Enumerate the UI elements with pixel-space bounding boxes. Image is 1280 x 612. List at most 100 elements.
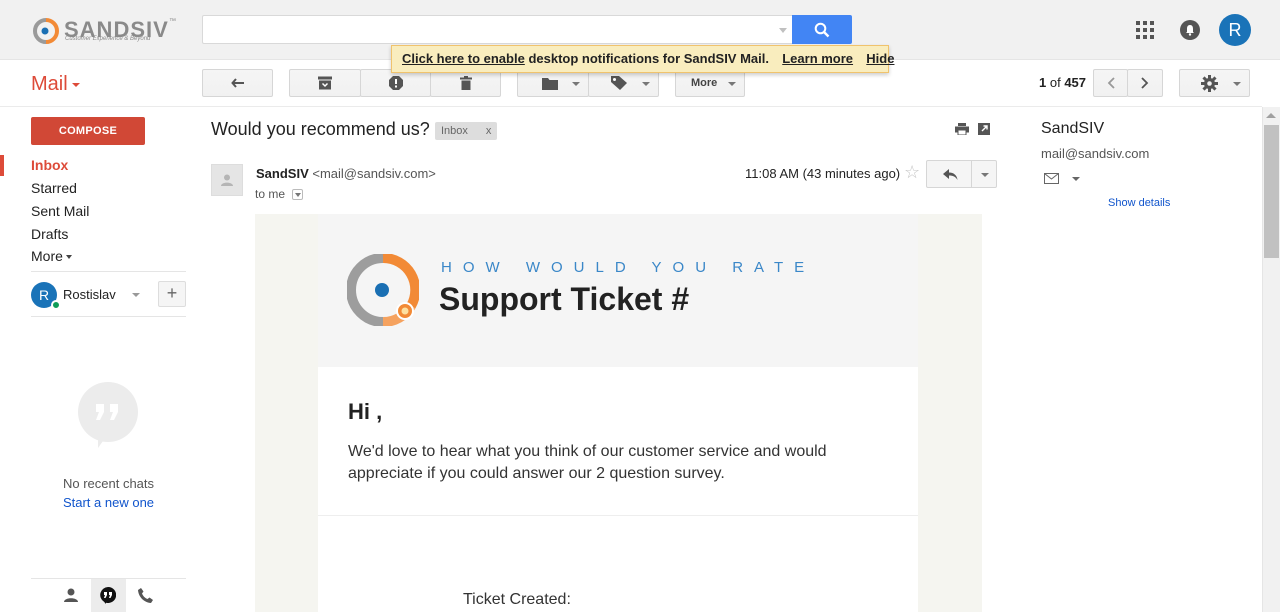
quote-glyph-icon: [96, 404, 118, 420]
nav-item-sent-mail[interactable]: Sent Mail: [31, 203, 89, 219]
reply-arrow-icon: [943, 169, 958, 180]
online-status-indicator: [51, 300, 61, 310]
chevron-down-icon: [71, 82, 80, 87]
logo-trademark: ™: [169, 18, 176, 25]
scrollbar-thumb[interactable]: [1264, 125, 1279, 258]
chevron-down-icon: [1233, 82, 1241, 86]
divider: [971, 160, 972, 188]
search-input[interactable]: [203, 16, 763, 43]
hangouts-icon: [78, 382, 138, 442]
labels-button[interactable]: [588, 69, 659, 97]
hide-notification-link[interactable]: Hide: [866, 51, 894, 66]
report-spam-button[interactable]: [360, 69, 431, 97]
apps-grid-icon[interactable]: [1136, 21, 1154, 39]
more-actions-button[interactable]: More: [675, 69, 745, 97]
back-button[interactable]: [202, 69, 273, 97]
archive-icon: [318, 76, 332, 90]
phone-icon[interactable]: [138, 588, 153, 603]
email-message: We'd love to hear what you think of our …: [348, 443, 827, 482]
email-timestamp: 11:08 AM (43 minutes ago): [745, 166, 901, 181]
archive-button[interactable]: [289, 69, 361, 97]
show-recipient-details-button[interactable]: [292, 189, 303, 200]
send-email-icon[interactable]: [1044, 173, 1059, 184]
search-button[interactable]: [792, 15, 852, 44]
email-subject: Would you recommend us?: [211, 119, 430, 139]
active-folder-indicator: [0, 155, 4, 176]
sandsiv-logo[interactable]: SANDSIV ™ Customer Experience & Beyond: [31, 16, 181, 46]
back-arrow-icon: [230, 78, 244, 88]
chat-user-name[interactable]: Rostislav: [63, 287, 116, 302]
mail-label-text: Mail: [31, 73, 68, 95]
chevron-down-icon: [65, 255, 72, 260]
move-to-button[interactable]: [517, 69, 589, 97]
label-tag-icon: [611, 76, 627, 90]
recipient-summary: to me: [255, 187, 286, 201]
nav-item-starred[interactable]: Starred: [31, 180, 77, 196]
pager-of: of: [1049, 75, 1061, 90]
chevron-down-icon: [728, 82, 736, 86]
divider: [31, 271, 186, 272]
learn-more-link[interactable]: Learn more: [782, 51, 853, 66]
contacts-person-icon[interactable]: [64, 588, 78, 602]
pagination-count: 1 of 457: [1039, 75, 1086, 90]
chevron-left-icon: [1107, 77, 1115, 89]
inbox-label-chip: Inbox x: [435, 122, 498, 140]
sandsiv-brand-logo-icon: [347, 254, 419, 326]
hangouts-bubble-tail: [98, 434, 108, 448]
compose-button[interactable]: COMPOSE: [31, 117, 145, 145]
ticket-created-label: Ticket Created:: [463, 591, 571, 608]
chevron-down-icon[interactable]: [132, 293, 140, 297]
search-options-caret-icon[interactable]: [779, 28, 787, 33]
open-in-new-window-icon[interactable]: [978, 123, 990, 135]
more-actions-label: More: [691, 77, 718, 89]
account-avatar[interactable]: R: [1219, 14, 1251, 46]
mail-app-switcher[interactable]: Mail: [31, 73, 80, 96]
chevron-right-icon: [1141, 77, 1149, 89]
new-chat-button[interactable]: +: [158, 281, 186, 307]
chevron-down-icon: [572, 82, 580, 86]
nav-item-drafts[interactable]: Drafts: [31, 226, 68, 242]
gear-icon: [1201, 75, 1218, 92]
remove-label-button[interactable]: x: [486, 125, 492, 137]
pager-current: 1: [1039, 75, 1047, 90]
notification-text: desktop notifications for SandSIV Mail.: [528, 51, 769, 66]
scroll-up-arrow-icon[interactable]: [1266, 113, 1276, 118]
enable-notifications-link[interactable]: Click here to enable: [402, 51, 525, 66]
folder-icon: [542, 78, 558, 90]
email-content-card: [318, 367, 918, 612]
divider: [318, 515, 918, 516]
pager-total: 457: [1064, 75, 1087, 90]
more-reply-options-icon[interactable]: [981, 173, 989, 177]
divider: [31, 316, 186, 317]
chevron-down-icon: [642, 82, 650, 86]
delete-button[interactable]: [430, 69, 501, 97]
contact-email: mail@sandsiv.com: [1041, 146, 1150, 161]
sender-avatar[interactable]: [211, 164, 243, 196]
sandsiv-logo-icon: [33, 18, 59, 44]
default-person-icon: [221, 174, 233, 186]
start-new-chat-link[interactable]: Start a new one: [31, 495, 186, 510]
star-icon[interactable]: ☆: [904, 162, 920, 183]
contact-name: SandSIV: [1041, 120, 1105, 137]
search-box[interactable]: [202, 15, 793, 44]
bell-glyph-icon: [1186, 25, 1194, 36]
email-title: Support Ticket #: [439, 281, 690, 317]
newer-button[interactable]: [1093, 69, 1128, 97]
nav-item-inbox[interactable]: Inbox: [31, 157, 68, 173]
divider: [0, 106, 1262, 107]
hangouts-chat-icon[interactable]: [100, 587, 116, 604]
report-spam-icon: [388, 76, 403, 90]
email-rate-heading: HOW WOULD YOU RATE: [441, 259, 816, 276]
notifications-bell-icon[interactable]: [1180, 20, 1200, 40]
reply-button[interactable]: [926, 160, 997, 188]
desktop-notification-banner: Click here to enable desktop notificatio…: [391, 45, 894, 73]
sender-info: SandSIV <mail@sandsiv.com>: [256, 166, 436, 181]
nav-item-more[interactable]: More: [31, 248, 72, 264]
sender-name[interactable]: SandSIV: [256, 166, 309, 181]
older-button[interactable]: [1127, 69, 1163, 97]
show-details-link[interactable]: Show details: [1108, 197, 1170, 209]
print-icon[interactable]: [955, 123, 969, 135]
chevron-down-icon[interactable]: [1072, 177, 1080, 181]
settings-button[interactable]: [1179, 69, 1250, 97]
sender-email: <mail@sandsiv.com>: [312, 166, 436, 181]
